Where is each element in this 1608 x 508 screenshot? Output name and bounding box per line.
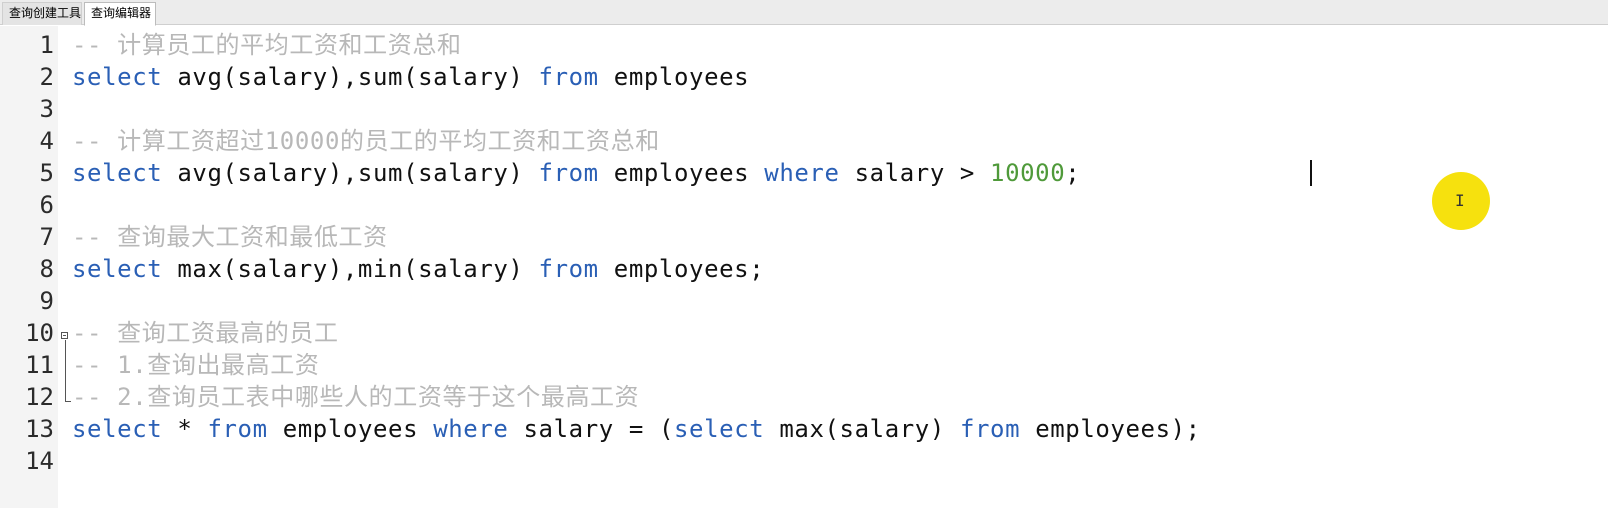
code-token-comment: -- 2.查询员工表中哪些人的工资等于这个最高工资 [72, 383, 640, 411]
line-number: 12 [25, 383, 54, 411]
code-token-plain: avg(salary),sum(salary) [162, 63, 539, 91]
tab-query-builder[interactable]: 查询创建工具 [2, 2, 82, 25]
code-line[interactable]: 11 -- 1.查询出最高工资 [0, 349, 1608, 381]
text-cursor-icon: I [1455, 191, 1465, 210]
code-token-kw: from [538, 255, 599, 283]
code-line[interactable]: 13 select * from employees where salary =… [0, 413, 1608, 445]
code-line[interactable]: 8 select max(salary),min(salary) from emp… [0, 253, 1608, 285]
code-token-kw: select [72, 159, 163, 187]
code-token-kw: select [72, 415, 163, 443]
line-number: 7 [39, 223, 54, 251]
code-token-comment: -- 查询最大工资和最低工资 [72, 223, 388, 251]
code-token-plain: ; [1065, 159, 1081, 187]
code-token-num: 10000 [990, 159, 1066, 187]
code-line[interactable]: 1 -- 计算员工的平均工资和工资总和 [0, 29, 1608, 61]
code-text[interactable]: select * from employees where salary = (… [72, 413, 1201, 445]
code-text[interactable]: -- 查询工资最高的员工 [72, 317, 339, 349]
code-token-comment: -- 计算工资超过10000的员工的平均工资和工资总和 [72, 127, 660, 155]
code-token-kw: select [674, 415, 765, 443]
code-token-comment: -- 1.查询出最高工资 [72, 351, 320, 379]
line-number: 9 [39, 287, 54, 315]
code-token-plain: employees [598, 63, 750, 91]
code-line[interactable]: 14 [0, 445, 1608, 477]
code-text[interactable]: select avg(salary),sum(salary) from empl… [72, 157, 1080, 189]
code-line[interactable]: 12 -- 2.查询员工表中哪些人的工资等于这个最高工资 [0, 381, 1608, 413]
line-number: 4 [39, 127, 54, 155]
code-token-kw: from [207, 415, 268, 443]
line-number: 8 [39, 255, 54, 283]
code-token-plain: employees); [1020, 415, 1201, 443]
fold-collapse-icon[interactable] [61, 332, 68, 339]
code-text[interactable]: -- 计算工资超过10000的员工的平均工资和工资总和 [72, 125, 660, 157]
line-number: 14 [25, 447, 54, 475]
code-token-kw: from [538, 159, 599, 187]
code-line[interactable]: 7 -- 查询最大工资和最低工资 [0, 221, 1608, 253]
code-line[interactable]: 4 -- 计算工资超过10000的员工的平均工资和工资总和 [0, 125, 1608, 157]
line-number: 2 [39, 63, 54, 91]
code-line[interactable]: 3 [0, 93, 1608, 125]
line-number: 1 [39, 31, 54, 59]
tab-query-editor[interactable]: 查询编辑器 [84, 2, 156, 26]
code-token-kw: where [764, 159, 840, 187]
code-token-kw: select [72, 255, 163, 283]
code-token-kw: from [959, 415, 1021, 443]
code-editor[interactable]: 1 -- 计算员工的平均工资和工资总和 2 select avg(salary),su… [0, 26, 1608, 508]
line-number: 5 [39, 159, 54, 187]
fold-guide-line [65, 340, 66, 402]
code-line[interactable]: 6 [0, 189, 1608, 221]
code-token-kw: select [72, 63, 163, 91]
code-line[interactable]: 9 [0, 285, 1608, 317]
code-text[interactable]: -- 计算员工的平均工资和工资总和 [72, 29, 462, 61]
code-text[interactable]: -- 2.查询员工表中哪些人的工资等于这个最高工资 [72, 381, 639, 413]
line-number: 11 [25, 351, 54, 379]
code-token-plain: avg(salary),sum(salary) [162, 159, 539, 187]
code-line[interactable]: 5 select avg(salary),sum(salary) from emp… [0, 157, 1608, 189]
code-token-comment: -- 计算员工的平均工资和工资总和 [72, 31, 462, 59]
code-token-plain: salary > [839, 159, 991, 187]
text-caret [1310, 160, 1312, 186]
code-line[interactable]: 10 -- 查询工资最高的员工 [0, 317, 1608, 349]
code-line[interactable]: 2 select avg(salary),sum(salary) from emp… [0, 61, 1608, 93]
line-number: 10 [25, 319, 54, 347]
code-token-plain: max(salary),min(salary) [162, 255, 539, 283]
code-text[interactable]: select avg(salary),sum(salary) from empl… [72, 61, 749, 93]
line-number: 13 [25, 415, 54, 443]
code-token-plain: employees; [598, 255, 765, 283]
code-text[interactable]: -- 查询最大工资和最低工资 [72, 221, 388, 253]
code-text[interactable]: -- 1.查询出最高工资 [72, 349, 319, 381]
fold-guide-end [65, 401, 71, 402]
code-token-kw: where [433, 415, 509, 443]
code-token-plain: * [162, 415, 208, 443]
code-token-kw: from [538, 63, 599, 91]
tab-bar: 查询创建工具 查询编辑器 [0, 0, 1608, 26]
code-token-comment: -- 查询工资最高的员工 [72, 319, 339, 347]
code-token-plain: employees [598, 159, 765, 187]
line-number: 3 [39, 95, 54, 123]
code-text[interactable]: select max(salary),min(salary) from empl… [72, 253, 764, 285]
line-number: 6 [39, 191, 54, 219]
code-token-plain: salary = ( [508, 415, 674, 443]
code-token-plain: max(salary) [764, 415, 960, 443]
code-token-plain: employees [267, 415, 434, 443]
